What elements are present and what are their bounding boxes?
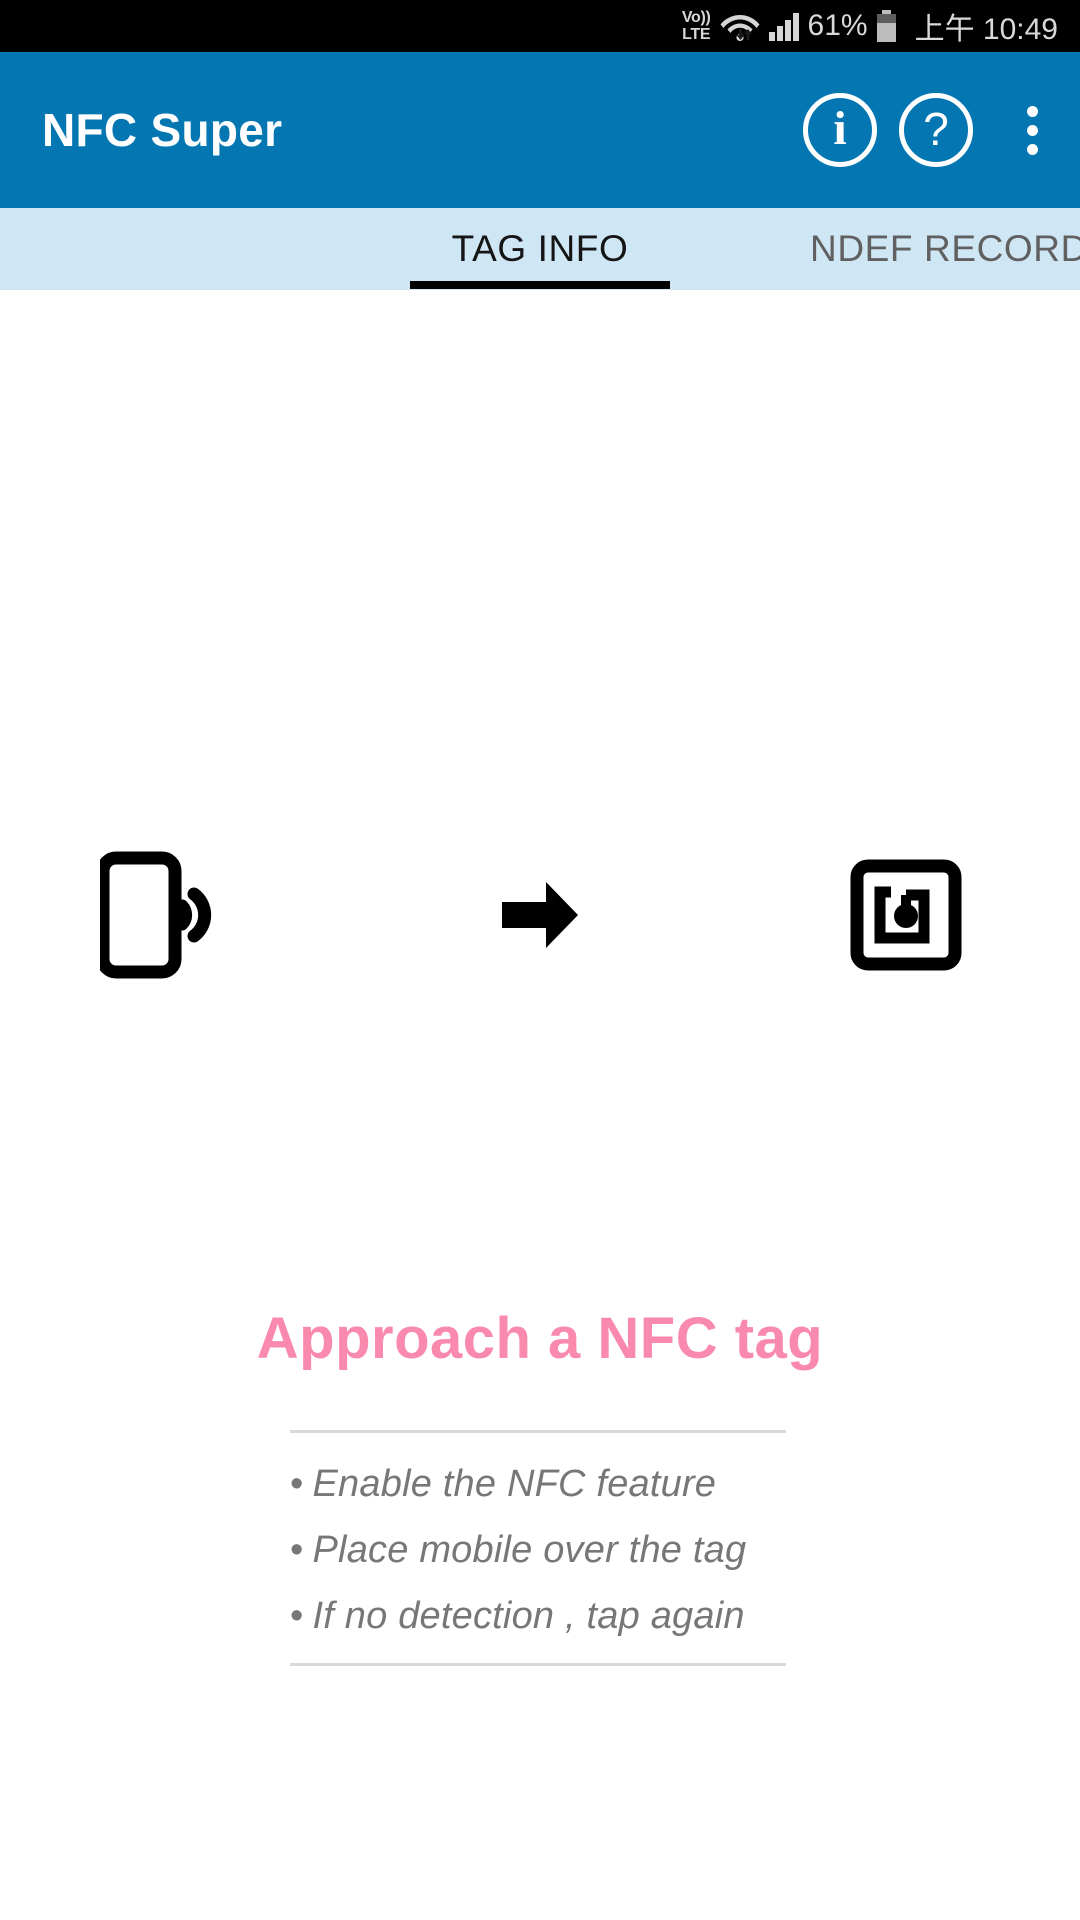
info-circle-icon: i [803,93,877,167]
cellular-signal-icon [768,11,799,41]
hints-list: • Enable the NFC feature • Place mobile ov… [290,1433,786,1663]
bullet-glyph: • [290,1529,304,1571]
volte-label-bottom: LTE [682,25,711,43]
arrow-right-icon [470,845,610,985]
overflow-menu-button[interactable] [984,52,1080,208]
volte-label-top: Vo)) [681,8,711,26]
battery-icon [876,10,896,42]
app-bar: NFC Super i ? [0,52,1080,208]
phone-nfc-wave-icon [100,845,300,985]
list-item: • If no detection , tap again [290,1583,786,1649]
help-circle-icon: ? [899,93,973,167]
hint-text: Enable the NFC feature [312,1463,717,1505]
tab-bar: TAG INFO NDEF RECORD [0,208,1080,290]
volte-icon: Vo)) LTE [681,8,711,43]
info-button[interactable]: i [792,52,888,208]
tab-active-indicator [410,281,670,289]
status-bar: Vo)) LTE 61% 上午 10:49 [0,0,1080,52]
page-headline: Approach a NFC tag [256,1306,824,1371]
app-title: NFC Super [42,104,283,156]
hint-text: Place mobile over the tag [312,1529,747,1571]
wifi-icon [720,9,760,43]
hints-divider-bottom [290,1663,786,1666]
bullet-glyph: • [290,1595,304,1637]
clock-label: 上午 10:49 [914,13,1058,46]
nfc-tag-icon [850,845,990,985]
main-content: Approach a NFC tag • Enable the NFC featu… [0,290,1080,1920]
hint-text: If no detection , tap again [312,1595,745,1637]
nfc-illustration-row [0,845,1080,985]
app-screen: Vo)) LTE 61% 上午 10:49 NFC Super i ? TAG … [0,0,1080,1920]
bullet-glyph: • [290,1463,304,1505]
battery-percent-label: 61% [807,9,868,42]
list-item: • Enable the NFC feature [290,1451,786,1517]
hints-block: • Enable the NFC feature • Place mobile ov… [290,1430,786,1666]
app-bar-actions: i ? [792,52,1080,208]
list-item: • Place mobile over the tag [290,1517,786,1583]
help-button[interactable]: ? [888,52,984,208]
status-bar-icons: Vo)) LTE 61% 上午 10:49 [682,4,1058,48]
overflow-menu-icon [1026,105,1038,155]
tab-tag-info[interactable]: TAG INFO [340,208,740,290]
tab-ndef-record[interactable]: NDEF RECORD [740,208,1080,290]
